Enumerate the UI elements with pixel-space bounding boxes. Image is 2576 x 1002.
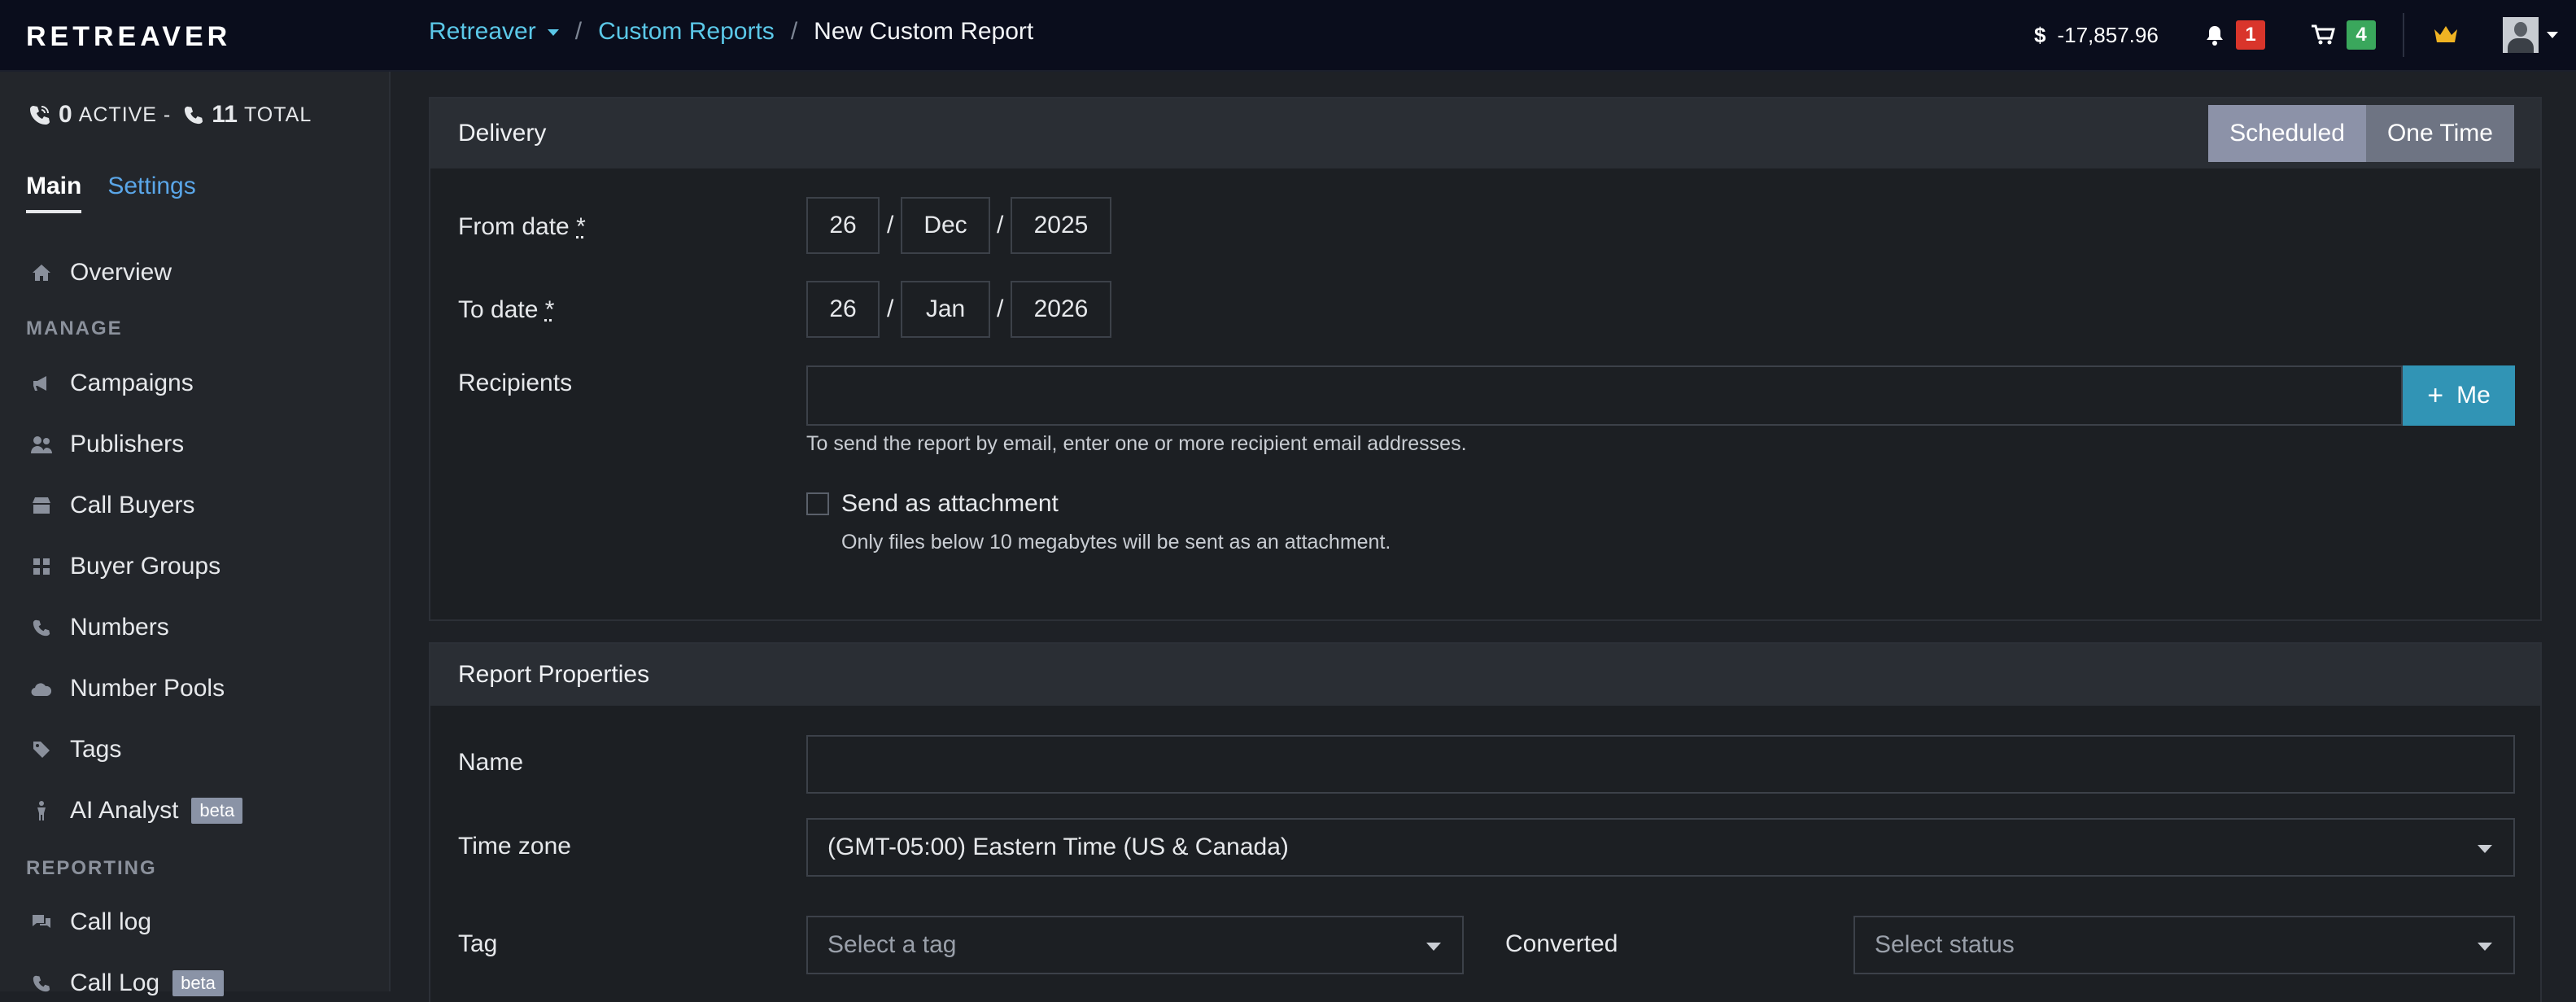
sidebar: 0 ACTIVE - 11 TOTAL Main Settings Overvi… (0, 72, 391, 996)
sidebar-item-tags[interactable]: Tags (29, 736, 121, 764)
beta-badge: beta (191, 798, 243, 824)
breadcrumb-custom-reports[interactable]: Custom Reports (598, 18, 775, 46)
active-count: 0 (59, 101, 72, 128)
store-icon (29, 493, 54, 518)
phone-call-icon (29, 971, 54, 995)
breadcrumb: Retreaver / Custom Reports / New Custom … (429, 18, 1034, 46)
crown-icon (2434, 26, 2457, 42)
to-day-field[interactable]: 26 (806, 281, 880, 338)
sidebar-item-number-pools[interactable]: Number Pools (29, 675, 225, 702)
converted-label: Converted (1505, 930, 1618, 957)
dollar-icon: $ (2034, 22, 2046, 47)
recipients-label: Recipients (458, 370, 573, 396)
balance-value: -17,857.96 (2057, 22, 2159, 47)
one-time-button[interactable]: One Time (2365, 105, 2514, 162)
delivery-mode-toggle: Scheduled One Time (2208, 105, 2514, 162)
cart-button[interactable]: 4 (2311, 0, 2376, 70)
send-as-attachment-checkbox[interactable] (806, 492, 829, 515)
time-zone-select[interactable]: (GMT-05:00) Eastern Time (US & Canada) (806, 818, 2515, 877)
sidebar-item-buyer-groups[interactable]: Buyer Groups (29, 553, 220, 580)
cart-count-badge: 4 (2347, 20, 2376, 50)
beta-badge: beta (172, 970, 224, 996)
tag-select[interactable]: Select a tag (806, 916, 1464, 974)
users-icon (29, 432, 54, 457)
delivery-panel: Delivery Scheduled One Time From date * … (429, 97, 2542, 621)
chevron-down-icon (2478, 845, 2492, 853)
add-me-button[interactable]: + Me (2403, 365, 2515, 426)
to-date-label: To date * (458, 296, 555, 323)
cart-icon (2312, 24, 2335, 45)
from-date-label: From date * (458, 213, 586, 240)
notifications-button[interactable]: 1 (2205, 0, 2265, 70)
report-properties-header: Report Properties (430, 644, 2540, 706)
megaphone-icon (29, 371, 54, 396)
from-day-field[interactable]: 26 (806, 197, 880, 254)
user-menu-dropdown[interactable] (2503, 0, 2558, 70)
sidebar-item-overview[interactable]: Overview (29, 259, 172, 287)
topbar-divider (2403, 13, 2404, 57)
sidebar-item-numbers[interactable]: Numbers (29, 614, 169, 641)
chevron-down-icon (1426, 943, 1441, 951)
sidebar-item-call-log[interactable]: Call log (29, 908, 151, 936)
active-label: ACTIVE - (78, 103, 172, 126)
converted-select[interactable]: Select status (1853, 916, 2515, 974)
tag-icon (29, 737, 54, 762)
breadcrumb-account-dropdown[interactable]: Retreaver (429, 18, 559, 46)
report-name-input[interactable] (806, 735, 2515, 794)
cloud-icon (29, 676, 54, 701)
scheduled-button[interactable]: Scheduled (2208, 105, 2366, 162)
reporting-heading: REPORTING (26, 857, 157, 879)
send-as-attachment-label[interactable]: Send as attachment (841, 490, 1059, 518)
manage-heading: MANAGE (26, 317, 123, 339)
top-navbar: RETREAVER Retreaver / Custom Reports / N… (0, 0, 2576, 72)
retreaver-logo[interactable]: RETREAVER (26, 21, 231, 53)
delivery-header: Delivery Scheduled One Time (430, 98, 2540, 168)
phone-icon (29, 615, 54, 640)
from-month-field[interactable]: Dec (901, 197, 990, 254)
report-properties-title: Report Properties (458, 661, 650, 688)
avatar (2503, 17, 2539, 53)
sidebar-item-publishers[interactable]: Publishers (29, 431, 184, 458)
delivery-title: Delivery (458, 120, 547, 147)
sidebar-item-campaigns[interactable]: Campaigns (29, 370, 194, 397)
from-year-field[interactable]: 2025 (1011, 197, 1111, 254)
home-icon (29, 260, 54, 285)
call-stats: 0 ACTIVE - 11 TOTAL (29, 101, 312, 129)
tab-main[interactable]: Main (26, 173, 82, 213)
caret-down-icon (547, 29, 559, 37)
time-zone-label: Time zone (458, 833, 571, 860)
chevron-down-icon (2478, 943, 2492, 951)
upgrade-crown-button[interactable] (2433, 0, 2459, 70)
sidebar-item-call-buyers[interactable]: Call Buyers (29, 492, 194, 519)
sidebar-item-ai-analyst[interactable]: AI Analyst beta (29, 797, 243, 825)
plus-icon: + (2427, 379, 2444, 411)
name-label: Name (458, 749, 524, 776)
to-year-field[interactable]: 2026 (1011, 281, 1111, 338)
report-properties-panel: Report Properties Name Time zone (GMT-05… (429, 642, 2542, 1002)
person-icon (29, 799, 54, 823)
account-balance[interactable]: $ -17,857.96 (2034, 0, 2159, 70)
total-count: 11 (212, 101, 238, 128)
to-month-field[interactable]: Jan (901, 281, 990, 338)
recipients-help-text: To send the report by email, enter one o… (806, 432, 1467, 455)
sidebar-item-call-log-beta[interactable]: Call Log beta (29, 969, 224, 997)
phone-active-icon (30, 106, 50, 125)
attachment-help-text: Only files below 10 megabytes will be se… (841, 531, 1391, 554)
chat-icon (29, 910, 54, 934)
tab-settings[interactable]: Settings (107, 173, 195, 213)
grid-icon (29, 554, 54, 579)
recipients-input[interactable] (806, 365, 2403, 426)
bell-icon (2207, 26, 2223, 46)
notifications-count-badge: 1 (2236, 20, 2265, 50)
total-label: TOTAL (243, 103, 312, 126)
tag-label: Tag (458, 930, 498, 957)
sidebar-tabs: Main Settings (26, 173, 222, 213)
phone-icon (185, 106, 203, 125)
breadcrumb-current: New Custom Report (814, 18, 1034, 45)
caret-down-icon (2547, 32, 2558, 38)
